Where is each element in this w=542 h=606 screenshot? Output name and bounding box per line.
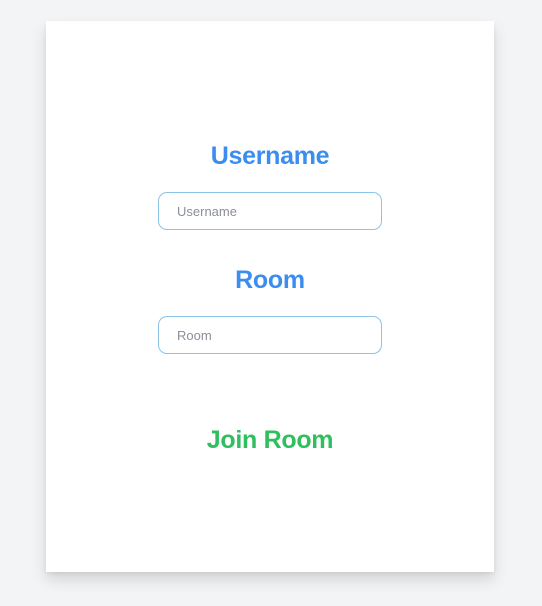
room-input[interactable] <box>158 316 382 354</box>
room-label: Room <box>235 266 305 294</box>
username-label: Username <box>210 142 330 170</box>
username-input[interactable] <box>158 192 382 230</box>
join-room-button[interactable]: Join Room <box>46 426 494 455</box>
join-form-card: Username Room Join Room <box>46 21 494 572</box>
